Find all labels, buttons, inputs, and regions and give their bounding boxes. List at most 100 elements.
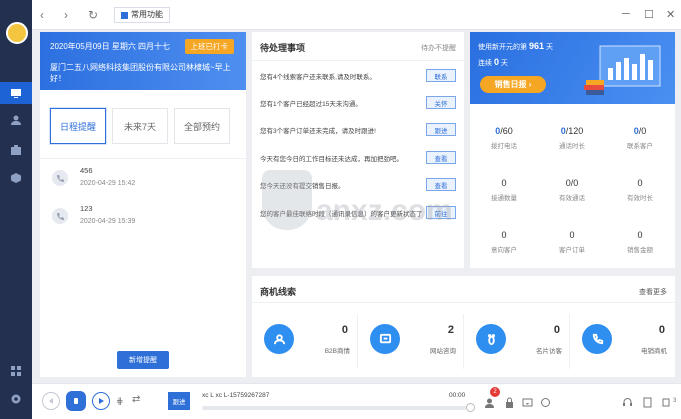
headset-icon[interactable]: [622, 395, 633, 406]
todo-text: 今天有您今日的工作目标还未达成，再加把劲吧。: [260, 156, 403, 163]
todo-action-button[interactable]: 查看: [426, 151, 456, 164]
divider: [40, 158, 246, 159]
briefcase-icon[interactable]: [10, 144, 22, 156]
todo-item: 您有4个线索客户还未联系,请及时联系。 联系: [260, 69, 456, 83]
lead-count: 0: [553, 324, 560, 336]
stat-cell: 0/60 拨打电话: [491, 126, 517, 150]
maximize-icon[interactable]: ☐: [644, 8, 654, 21]
lead-label: 网站咨询: [430, 348, 456, 355]
schedule-tabs: 日程提醒 未来7天 全部预约: [50, 108, 230, 144]
follow-up-button[interactable]: 跟进: [168, 392, 190, 410]
sales-daily-button[interactable]: 销售日报 ›: [480, 76, 546, 93]
play-icon[interactable]: [92, 392, 110, 410]
lead-count: 2: [447, 324, 454, 336]
person-icon[interactable]: [10, 114, 22, 126]
tab-next-7-days[interactable]: 未来7天: [112, 108, 168, 144]
box-icon[interactable]: [10, 172, 22, 184]
sidebar: [0, 0, 32, 419]
add-reminder-button[interactable]: 新增提醒: [117, 351, 169, 369]
phone-dial-button[interactable]: [66, 391, 86, 411]
monitor-icon: [10, 87, 22, 99]
lead-card[interactable]: 0 B2B商情: [252, 304, 358, 377]
lead-card[interactable]: 2 网站咨询: [358, 304, 464, 377]
stat-cell: 0/0 联系客户: [627, 126, 653, 150]
stat-cell: 0/120 通话时长: [559, 126, 585, 150]
transfer-icon[interactable]: ⇄: [132, 393, 140, 407]
todo-action-button[interactable]: 联系: [426, 69, 456, 82]
apps-icon: [121, 11, 128, 19]
todo-action-button[interactable]: 跟进: [426, 123, 456, 136]
user-avatar[interactable]: [6, 22, 28, 44]
common-functions-button[interactable]: 常用功能: [114, 7, 170, 23]
todo-action-button[interactable]: 查看: [426, 178, 456, 191]
lead-card[interactable]: 0 名片访客: [464, 304, 570, 377]
tab-all-appointments[interactable]: 全部预约: [174, 108, 230, 144]
caller-info: xc L xc L-15759267287: [202, 392, 270, 399]
progress-handle[interactable]: [466, 403, 475, 412]
forward-icon[interactable]: ›: [64, 8, 68, 22]
common-functions-label: 常用功能: [131, 10, 163, 19]
document-icon[interactable]: [642, 395, 653, 408]
call-duration: 00:00: [449, 392, 466, 399]
stat-cell: 0 销售金额: [627, 230, 653, 254]
sidebar-item-dashboard[interactable]: [0, 82, 32, 104]
phone-icon: [52, 170, 68, 186]
todo-action-button[interactable]: 关怀: [426, 96, 456, 109]
keypad-icon[interactable]: ⋕: [116, 394, 124, 408]
tab-schedule-reminder[interactable]: 日程提醒: [50, 108, 106, 144]
phone-icon: [52, 208, 68, 224]
notification-badge: 2: [490, 387, 500, 397]
stat-cell: 0 有效时长: [627, 178, 653, 202]
stat-cell: 0 意向客户: [491, 230, 517, 254]
stats-panel: 使用新开元的第 961 天 连续 0 天 销售日报 › 0/60 拨打电话 0/1…: [470, 32, 675, 268]
streak-days: 连续 0 天: [478, 57, 508, 67]
reminder-item[interactable]: 123 2020-04-29 15:39: [52, 204, 232, 238]
lead-label: 名片访客: [536, 348, 562, 355]
inbox-icon[interactable]: [522, 395, 533, 407]
queue-icon[interactable]: [662, 395, 673, 407]
todo-item: 今天有您今日的工作目标还未达成，再加把劲吧。 查看: [260, 151, 456, 165]
todo-item: 您的客户最佳联络时段（通讯录信息）的客户更新状态了 前往: [260, 206, 456, 220]
minimize-icon[interactable]: ─: [622, 8, 630, 20]
todo-item: 您有1个客户已经超过15天未沟通。 关怀: [260, 96, 456, 110]
company-greeting: 厦门二五八网络科技集团股份有限公司林棣城~早上好！: [50, 63, 231, 83]
lead-label: 电销商机: [641, 348, 667, 355]
divider: [252, 302, 675, 303]
divider: [252, 60, 464, 61]
lock-icon[interactable]: [504, 395, 515, 408]
footprint-icon: [476, 324, 506, 354]
usage-days: 使用新开元的第 961 天: [478, 41, 553, 51]
previous-icon[interactable]: [42, 392, 60, 410]
todo-action-button[interactable]: 前往: [426, 206, 456, 219]
recycle-icon[interactable]: [540, 395, 551, 407]
lead-card[interactable]: 0 电销商机: [570, 304, 675, 377]
reminder-item[interactable]: 456 2020-04-29 15:42: [52, 166, 232, 200]
view-more-link[interactable]: 查看更多: [639, 287, 667, 297]
todo-item: 您今天还没有提交销售日报。 查看: [260, 178, 456, 192]
refresh-icon[interactable]: ↻: [88, 8, 98, 22]
usage-banner: 使用新开元的第 961 天 连续 0 天 销售日报 ›: [470, 32, 675, 104]
stat-cell: 0 客户订单: [559, 230, 585, 254]
lead-label: B2B商情: [324, 348, 350, 355]
call-progress-bar[interactable]: [202, 406, 466, 410]
lead-count: 0: [341, 324, 348, 336]
stat-cell: 0/0 有效通话: [559, 178, 585, 202]
todo-item: 您有3个客户订单还未完成，请及时跟进! 跟进: [260, 123, 456, 137]
back-icon[interactable]: ‹: [40, 8, 44, 22]
stats-grid: 0/60 拨打电话 0/120 通话时长 0/0 联系客户 0 接通数量 0/0 有效通话…: [470, 104, 675, 268]
date-line: 2020年05月09日 星期六 四月十七: [50, 42, 171, 51]
todo-filter[interactable]: 待办不提醒: [421, 43, 456, 53]
gear-icon[interactable]: [10, 393, 22, 405]
queue-count: 3: [673, 398, 677, 404]
leads-panel: 商机线索 查看更多 0 B2B商情 2 网站咨询 0 名片访客 0 电销商机: [252, 276, 675, 377]
lead-count: 0: [658, 324, 665, 336]
grid-icon[interactable]: [10, 365, 22, 377]
todo-title: 待处理事项: [260, 43, 306, 53]
close-icon[interactable]: ✕: [666, 8, 675, 21]
checkin-badge[interactable]: 上班已打卡: [184, 39, 234, 54]
reminder-name: 456: [80, 166, 93, 175]
schedule-panel: 2020年05月09日 星期六 四月十七 上班已打卡 厦门二五八网络科技集团股份…: [40, 32, 246, 377]
user-icon: [264, 324, 294, 354]
todo-text: 您有4个线索客户还未联系,请及时联系。: [260, 74, 376, 81]
stat-cell: 0 接通数量: [491, 178, 517, 202]
